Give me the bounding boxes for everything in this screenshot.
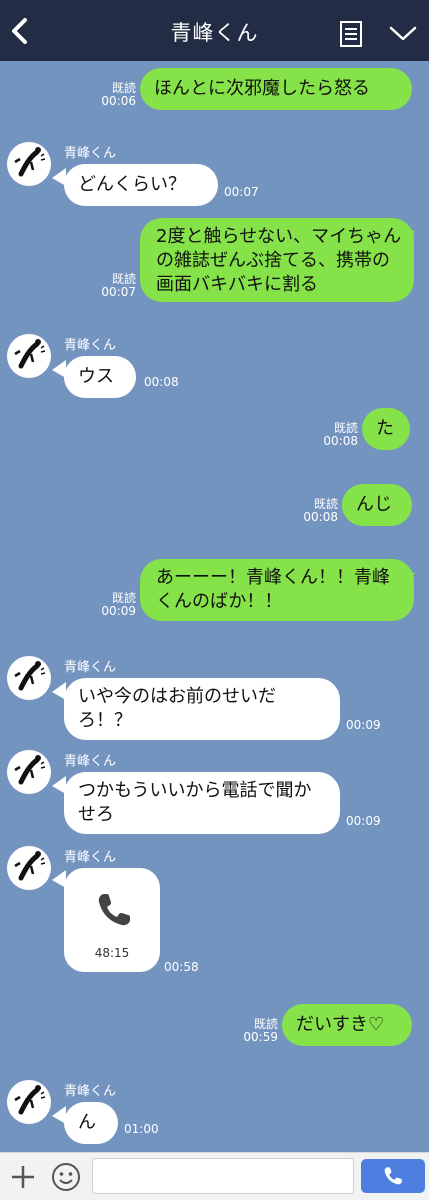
call-button[interactable]	[361, 1159, 425, 1193]
message-time: 01:00	[124, 1122, 159, 1136]
sender-name: 青峰くん	[64, 1084, 117, 1099]
message-meta: 既読 00:08	[322, 422, 358, 448]
avatar[interactable]	[7, 846, 51, 890]
message-row: 既読 00:06 ほんとに次邪魔したら怒る	[0, 66, 429, 112]
expand-menu-button[interactable]	[388, 24, 418, 44]
message-meta: 既読 00:07	[100, 273, 136, 299]
sender-name: 青峰くん	[64, 850, 117, 865]
sender-name: 青峰くん	[64, 660, 117, 675]
message-time: 00:06	[101, 94, 136, 108]
message-time: 00:09	[346, 718, 381, 732]
message-row: 青峰くん つかもういいから電話で聞かせろ 00:09	[0, 748, 429, 840]
message-meta: 既読 00:08	[302, 498, 338, 524]
message-bubble[interactable]: ほんとに次邪魔したら怒る	[140, 68, 412, 110]
message-time: 00:08	[144, 375, 179, 389]
message-row: 既読 00:07 2度と触らせない、マイちゃんの雑誌ぜんぶ捨てる、携帯の画面バキ…	[0, 214, 429, 304]
smiley-icon	[52, 1163, 80, 1191]
avatar[interactable]	[7, 142, 51, 186]
phone-icon	[98, 894, 130, 926]
message-bubble[interactable]: ん	[64, 1102, 118, 1144]
message-time: 00:08	[323, 434, 358, 448]
message-row: 青峰くん 48:15 00:58	[0, 844, 429, 974]
message-bubble[interactable]: つかもういいから電話で聞かせろ	[64, 772, 340, 834]
message-row: 既読 00:09 あーーー！青峰くん！！青峰くんのばか！！	[0, 556, 429, 624]
avatar[interactable]	[7, 1080, 51, 1124]
note-list-icon	[340, 21, 362, 47]
message-time: 00:09	[346, 814, 381, 828]
message-input-bar	[0, 1152, 429, 1200]
message-bubble[interactable]: んじ	[342, 484, 412, 526]
sender-name: 青峰くん	[64, 754, 117, 769]
message-bubble[interactable]: ウス	[64, 356, 136, 398]
message-bubble[interactable]: いや今のはお前のせいだろ！？	[64, 678, 340, 740]
message-input[interactable]	[92, 1158, 354, 1194]
message-meta: 既読 00:59	[242, 1018, 278, 1044]
avatar[interactable]	[7, 750, 51, 794]
attach-button[interactable]	[9, 1163, 37, 1191]
message-bubble[interactable]: どんくらい？	[64, 164, 218, 206]
sender-name: 青峰くん	[64, 338, 117, 353]
message-bubble[interactable]: だいすき♡	[282, 1004, 412, 1046]
message-row: 青峰くん ん 01:00	[0, 1074, 429, 1146]
chevron-down-icon	[389, 26, 417, 41]
message-time: 00:09	[101, 604, 136, 618]
message-bubble[interactable]: た	[362, 408, 410, 450]
avatar[interactable]	[7, 656, 51, 700]
sender-name: 青峰くん	[64, 146, 117, 161]
message-time: 00:59	[243, 1030, 278, 1044]
message-row: 青峰くん どんくらい？ 00:07	[0, 138, 429, 210]
message-bubble[interactable]: 2度と触らせない、マイちゃんの雑誌ぜんぶ捨てる、携帯の画面バキバキに割る	[140, 218, 414, 302]
message-time: 00:07	[224, 185, 259, 199]
message-meta: 既読 00:06	[100, 82, 136, 108]
message-row: 既読 00:08 んじ	[0, 482, 429, 528]
note-menu-button[interactable]	[340, 21, 362, 47]
message-meta: 既読 00:09	[100, 592, 136, 618]
emoji-button[interactable]	[51, 1162, 81, 1192]
call-duration: 48:15	[94, 946, 130, 960]
message-time: 00:08	[303, 510, 338, 524]
call-history-bubble[interactable]: 48:15	[64, 868, 160, 972]
chat-header: 青峰くん	[0, 0, 429, 61]
message-row: 青峰くん いや今のはお前のせいだろ！？ 00:09	[0, 652, 429, 744]
message-row: 青峰くん ウス 00:08	[0, 330, 429, 400]
chat-title: 青峰くん	[170, 21, 259, 45]
avatar[interactable]	[7, 334, 51, 378]
message-bubble[interactable]: あーーー！青峰くん！！青峰くんのばか！！	[140, 559, 414, 621]
plus-icon	[12, 1166, 34, 1188]
message-row: 既読 00:08 た	[0, 406, 429, 452]
message-time: 00:58	[164, 960, 199, 974]
message-row: 既読 00:59 だいすき♡	[0, 1000, 429, 1048]
phone-icon	[384, 1167, 402, 1185]
message-time: 00:07	[101, 285, 136, 299]
